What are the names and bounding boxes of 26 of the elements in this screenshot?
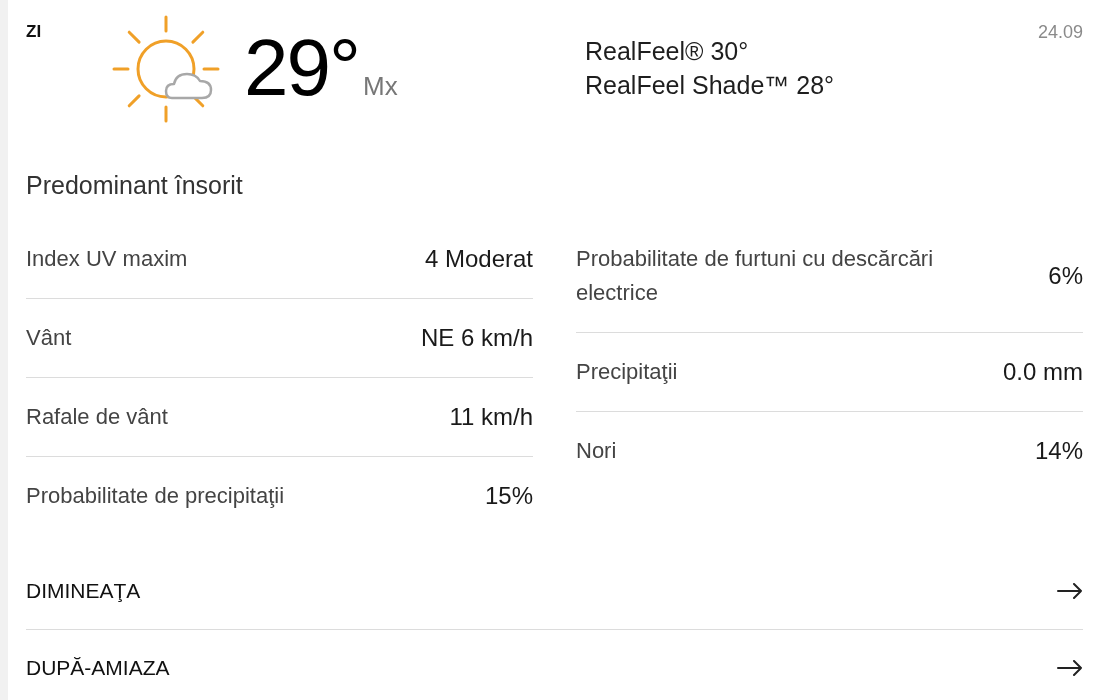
section-link[interactable]: DIMINEAŢA	[26, 553, 1083, 630]
section-link[interactable]: DUPĂ-AMIAZA	[26, 630, 1083, 693]
arrow-icon	[1057, 660, 1083, 676]
detail-value: 0.0 mm	[1003, 357, 1083, 387]
realfeel-text: RealFeel® 30°	[585, 36, 750, 67]
temperature: 29°	[244, 26, 359, 110]
realfeel-shade-text: RealFeel Shade™ 28°	[585, 70, 835, 101]
sun-cloud-icon	[110, 14, 222, 124]
detail-value: 15%	[484, 481, 533, 511]
detail-label: Probabilitate de furtuni cu descărcări electrice	[576, 245, 935, 307]
detail-value: 6%	[1048, 261, 1083, 291]
detail-label: Vânt	[26, 324, 72, 352]
period-label: ZI	[26, 22, 43, 42]
condition-text: Predominant însorit	[26, 170, 244, 201]
detail-value: 11 km/h	[449, 402, 533, 432]
detail-value: 4 Moderat	[424, 244, 533, 274]
detail-value: NE 6 km/h	[420, 323, 533, 353]
detail-label: Nori	[576, 437, 617, 465]
date-text: 24.09	[1037, 21, 1083, 44]
temperature-type: Mx	[363, 71, 398, 102]
detail-value: 14%	[1034, 436, 1083, 466]
detail-label: Rafale de vânt	[26, 403, 168, 431]
arrow-icon	[1057, 583, 1083, 599]
detail-label: Index UV maxim	[26, 245, 188, 273]
detail-label: Probabilitate de precipitaţii	[26, 482, 285, 510]
detail-label: Precipitaţii	[576, 358, 678, 386]
